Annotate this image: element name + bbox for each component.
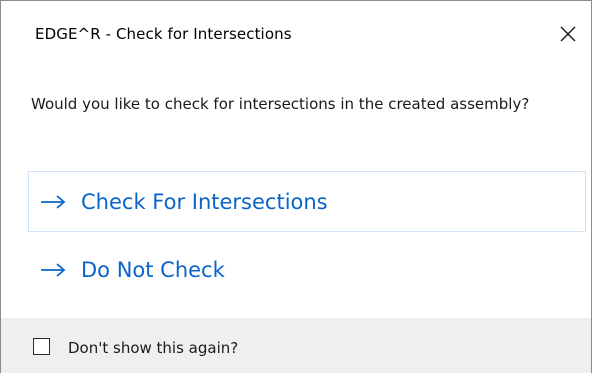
check-for-intersections-button[interactable]: Check For Intersections [28, 171, 586, 232]
dialog-window: EDGE^R - Check for Intersections Would y… [0, 0, 592, 373]
option-label: Do Not Check [81, 257, 225, 282]
dont-show-again-label[interactable]: Don't show this again? [68, 339, 238, 357]
close-icon [560, 26, 576, 42]
dialog-footer: Don't show this again? [1, 318, 591, 373]
close-button[interactable] [551, 17, 585, 51]
arrow-right-icon [39, 262, 67, 278]
title-bar: EDGE^R - Check for Intersections [1, 1, 591, 73]
do-not-check-button[interactable]: Do Not Check [28, 239, 586, 300]
window-title: EDGE^R - Check for Intersections [35, 25, 292, 43]
dont-show-again-checkbox[interactable] [33, 338, 50, 355]
arrow-right-icon [39, 194, 67, 210]
option-label: Check For Intersections [81, 189, 328, 214]
dialog-message: Would you like to check for intersection… [31, 95, 530, 113]
